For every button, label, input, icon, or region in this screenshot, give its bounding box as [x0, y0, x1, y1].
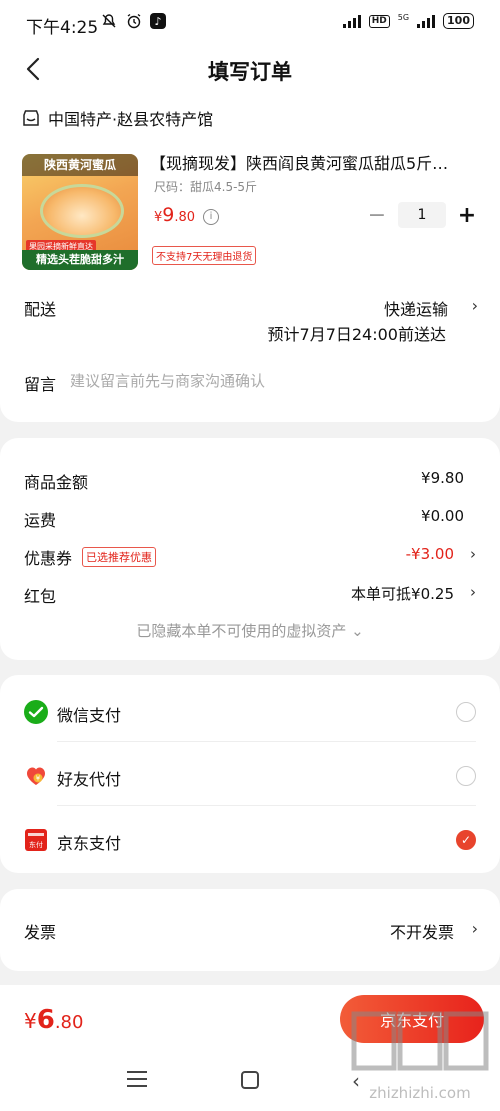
goods-amount-row: 商品金额 ¥9.80	[0, 465, 500, 495]
red-packet-value: 本单可抵¥0.25	[351, 585, 454, 603]
signal-icon-2	[417, 14, 436, 28]
total-integer: 6	[36, 1005, 55, 1035]
shop-name: 中国特产·赵县农特产馆	[48, 110, 214, 129]
page-title: 填写订单	[208, 60, 292, 84]
payment-card: 微信支付 ¥ 好友代付 东付 京东支付 ✓	[0, 675, 500, 873]
payment-option-jd[interactable]: 东付 京东支付 ✓	[0, 806, 500, 870]
mute-icon	[100, 12, 118, 30]
melon-image	[40, 184, 124, 238]
alarm-icon	[125, 12, 143, 30]
status-icons-left: ♪	[100, 12, 166, 30]
radio-button[interactable]	[456, 702, 476, 722]
payment-label: 京东支付	[57, 834, 122, 853]
product-title[interactable]: 【现摘现发】陕西阎良黄河蜜瓜甜瓜5斤…	[150, 150, 480, 174]
tiktok-icon: ♪	[150, 13, 166, 29]
coupon-row[interactable]: 优惠券 已选推荐优惠 -¥3.00 ›	[0, 541, 500, 571]
svg-text:zhizhizhi.com: zhizhizhi.com	[369, 1084, 470, 1102]
info-icon[interactable]: i	[203, 208, 220, 225]
product-image-caption-top: 陕西黄河蜜瓜	[22, 154, 138, 176]
delivery-eta: 预计7月7日24:00前送达	[267, 325, 446, 344]
price-decimal: .80	[174, 210, 196, 225]
shipping-label: 运费	[24, 511, 57, 530]
decrease-quantity-button[interactable]: −	[366, 203, 388, 228]
svg-text:¥: ¥	[36, 775, 41, 783]
product-price: ¥ 9 .80 i	[154, 204, 220, 227]
battery-icon: 100	[443, 13, 474, 29]
total-decimal: .80	[54, 1012, 84, 1033]
fees-card: 商品金额 ¥9.80 运费 ¥0.00 优惠券 已选推荐优惠 -¥3.00 › …	[0, 438, 500, 660]
quantity-input[interactable]	[398, 202, 446, 228]
chevron-right-icon: ›	[471, 919, 478, 938]
shop-icon	[23, 110, 39, 126]
delivery-label: 配送	[24, 300, 57, 319]
hd-icon: HD	[368, 14, 390, 28]
status-time: 下午4:25	[26, 18, 99, 38]
shipping-row: 运费 ¥0.00	[0, 503, 500, 533]
watermark-logo: zhizhizhi.com	[351, 1011, 489, 1102]
chevron-right-icon: ›	[470, 545, 476, 563]
payment-label: 好友代付	[57, 770, 122, 789]
red-packet-label: 红包	[24, 587, 57, 606]
order-card: 中国特产·赵县农特产馆 陕西黄河蜜瓜 果园采摘新鲜直达 精选头茬脆甜多汁 【现摘…	[0, 94, 500, 422]
red-packet-row[interactable]: 红包 本单可抵¥0.25 ›	[0, 579, 500, 609]
chevron-right-icon[interactable]: ›	[472, 296, 478, 315]
product-image-caption-bottom: 精选头茬脆甜多汁	[22, 250, 138, 270]
network-type: 5G	[397, 13, 410, 22]
invoice-label: 发票	[24, 923, 57, 942]
increase-quantity-button[interactable]: +	[456, 203, 478, 228]
jd-pay-icon: 东付	[25, 829, 47, 851]
radio-button[interactable]	[456, 766, 476, 786]
price-integer: 9	[162, 204, 175, 226]
coupon-value: -¥3.00	[405, 545, 454, 563]
hidden-assets-toggle[interactable]: 已隐藏本单不可使用的虚拟资产 ⌄	[0, 620, 500, 641]
total-symbol: ¥	[24, 1009, 37, 1033]
invoice-value: 不开发票	[389, 923, 454, 942]
shop-row[interactable]: 中国特产·赵县农特产馆	[22, 106, 213, 130]
chevron-right-icon: ›	[470, 583, 476, 601]
payment-option-wechat[interactable]: 微信支付	[0, 678, 500, 742]
coupon-label: 优惠券	[24, 549, 73, 568]
signal-icon	[342, 14, 361, 28]
heart-pay-icon: ¥	[27, 767, 45, 785]
payment-label: 微信支付	[57, 706, 122, 725]
product-image[interactable]: 陕西黄河蜜瓜 果园采摘新鲜直达 精选头茬脆甜多汁	[22, 154, 138, 270]
shipping-value: ¥0.00	[421, 507, 464, 525]
payment-option-friend[interactable]: ¥ 好友代付	[0, 742, 500, 806]
status-icons-right: HD 5G 100	[342, 13, 474, 29]
wechat-pay-icon	[24, 700, 48, 724]
return-policy-badge: 不支持7天无理由退货	[152, 246, 257, 265]
note-label: 留言	[24, 375, 57, 394]
radio-button-selected[interactable]: ✓	[456, 830, 476, 850]
header: 填写订单	[0, 44, 500, 94]
product-spec: 尺码：甜瓜4.5-5斤	[154, 180, 258, 194]
coupon-badge: 已选推荐优惠	[82, 547, 156, 567]
delivery-method[interactable]: 快递运输	[384, 296, 448, 320]
svg-text:东付: 东付	[29, 840, 43, 849]
status-bar: 下午4:25 ♪ HD 5G 100	[0, 0, 500, 44]
home-icon[interactable]	[241, 1071, 259, 1089]
menu-icon[interactable]	[127, 1071, 147, 1089]
invoice-card[interactable]: 发票 不开发票 ›	[0, 889, 500, 971]
quantity-stepper: − +	[366, 202, 478, 228]
note-input[interactable]	[70, 372, 470, 390]
price-symbol: ¥	[154, 210, 163, 225]
goods-amount-label: 商品金额	[24, 473, 89, 492]
goods-amount-value: ¥9.80	[421, 469, 464, 487]
total-price: ¥ 6 .80	[24, 1005, 83, 1035]
